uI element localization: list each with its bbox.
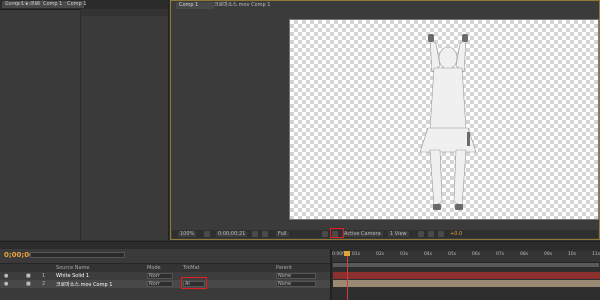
layer-bar-comp[interactable] bbox=[333, 280, 600, 287]
time-ruler[interactable]: 0:00f 01s 02s 03s 04s 05s 06s 07s 08s 09s 10s 11s bbox=[332, 251, 600, 263]
camera-dropdown[interactable]: Active Camera bbox=[342, 231, 383, 237]
views-dropdown[interactable]: 1 View bbox=[388, 231, 409, 237]
tab-comp[interactable]: Comp 1 bbox=[176, 2, 214, 9]
grid-icon[interactable] bbox=[418, 231, 424, 237]
layer-row[interactable]: ● ■ 2 크로마소스.mov Comp 1 Norr Al None bbox=[0, 280, 330, 288]
current-time-indicator[interactable] bbox=[347, 251, 348, 300]
ruler-tick-label: 11s bbox=[592, 252, 600, 257]
tab-render-queue[interactable]: Render Queue bbox=[2, 1, 44, 8]
layer-number: 2 bbox=[42, 281, 46, 287]
ruler-tick-label: 04s bbox=[424, 252, 433, 257]
snapshot-icon[interactable] bbox=[438, 231, 444, 237]
highlight-transparency-toggle bbox=[330, 228, 344, 238]
right-glove bbox=[462, 34, 468, 42]
ruler-tick-label: 07s bbox=[496, 252, 505, 257]
visibility-eye-icon[interactable]: ● bbox=[4, 281, 8, 287]
current-time-indicator-head[interactable] bbox=[344, 251, 350, 256]
layer-search-input[interactable] bbox=[30, 252, 125, 258]
ruler-tick-label: 05s bbox=[448, 252, 457, 257]
zoom-dropdown[interactable]: 100% bbox=[178, 231, 197, 237]
layer-label-color[interactable]: ■ bbox=[26, 281, 31, 287]
ruler-tick-label: 01s bbox=[352, 252, 361, 257]
tassel bbox=[467, 132, 470, 146]
ruler-tick-label: 08s bbox=[520, 252, 529, 257]
composition-canvas[interactable] bbox=[289, 19, 599, 220]
ruler-tick-label: 0:00f bbox=[332, 252, 344, 257]
channel-icon[interactable] bbox=[262, 231, 268, 237]
region-icon[interactable] bbox=[322, 231, 328, 237]
panel-divider[interactable] bbox=[80, 9, 81, 240]
col-source-name[interactable]: Source Name bbox=[56, 265, 90, 271]
parent-dropdown[interactable]: None bbox=[276, 281, 316, 287]
camera-icon[interactable] bbox=[252, 231, 258, 237]
layer-name[interactable]: White Solid 1 bbox=[56, 273, 89, 279]
col-parent[interactable]: Parent bbox=[276, 265, 292, 271]
layer-bar-white-solid[interactable] bbox=[333, 272, 600, 279]
ruler-tick-label: 06s bbox=[472, 252, 481, 257]
exposure-value[interactable]: +0.0 bbox=[448, 231, 464, 237]
effects-panel-header bbox=[81, 9, 168, 16]
mode-dropdown[interactable]: Norr bbox=[147, 273, 173, 279]
mode-dropdown[interactable]: Norr bbox=[147, 281, 173, 287]
col-trkmat[interactable]: TrkMat bbox=[183, 265, 200, 271]
viewer-toolbar: 100% 0;00;00;21 Full Active Camera 1 Vie… bbox=[172, 230, 598, 238]
fit-icon[interactable] bbox=[204, 231, 210, 237]
tab-comp-timeline[interactable]: Comp 1 bbox=[40, 1, 66, 8]
project-panel bbox=[0, 0, 169, 240]
layer-row[interactable]: ● ■ 1 White Solid 1 Norr None bbox=[0, 272, 330, 280]
guides-icon[interactable] bbox=[428, 231, 434, 237]
right-boot bbox=[455, 204, 463, 210]
ruler-tick-label: 09s bbox=[544, 252, 553, 257]
ruler-tick-label: 02s bbox=[376, 252, 385, 257]
timecode-display[interactable]: 0;00;00;21 bbox=[216, 231, 248, 237]
highlight-trkmat bbox=[181, 277, 207, 289]
layer-name[interactable]: 크로마소스.mov Comp 1 bbox=[56, 281, 112, 288]
left-boot bbox=[433, 204, 441, 210]
dancer-figure bbox=[419, 34, 477, 210]
ruler-tick-label: 03s bbox=[400, 252, 409, 257]
left-glove bbox=[428, 34, 434, 42]
layer-number: 1 bbox=[42, 273, 46, 279]
layer-label-color[interactable]: ■ bbox=[26, 273, 31, 279]
col-mode[interactable]: Mode bbox=[147, 265, 161, 271]
resolution-dropdown[interactable]: Full bbox=[276, 231, 289, 237]
visibility-eye-icon[interactable]: ● bbox=[4, 273, 8, 279]
work-area-bar[interactable] bbox=[333, 263, 599, 267]
parent-dropdown[interactable]: None bbox=[276, 273, 316, 279]
ruler-tick-label: 10s bbox=[568, 252, 577, 257]
breadcrumb[interactable]: 크로마소스.mov Comp 1 bbox=[211, 2, 287, 9]
